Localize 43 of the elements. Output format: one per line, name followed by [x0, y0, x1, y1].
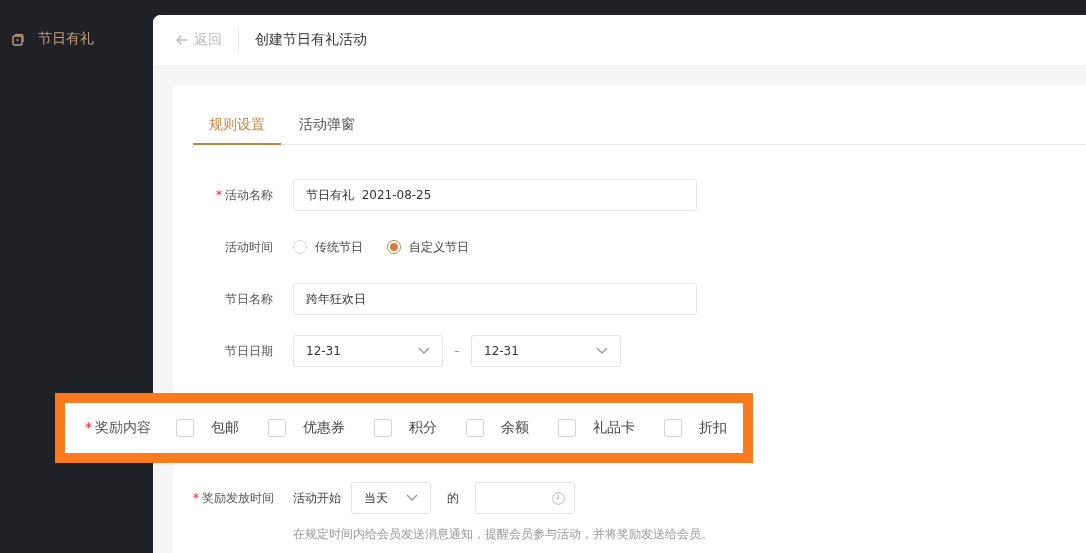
chevron-down-icon [418, 347, 430, 355]
checkbox-label[interactable]: 余额 [501, 419, 529, 437]
checkbox-label[interactable]: 折扣 [699, 419, 727, 437]
date-select[interactable]: 12-31 [471, 335, 621, 367]
checkbox-label[interactable]: 积分 [409, 419, 437, 437]
day-select[interactable]: 当天 [351, 482, 431, 514]
radio-label[interactable]: 传统节日 [315, 238, 363, 256]
field-label: * 奖励内容 [85, 419, 152, 437]
time-picker[interactable] [475, 482, 575, 514]
field-label: * 奖励发放时间 [193, 490, 275, 507]
field-label: 节日名称 [224, 290, 274, 308]
tab[interactable]: 活动弹窗 [283, 105, 371, 145]
text-input[interactable]: 节日有礼 2021-08-25 [293, 179, 697, 211]
checkbox[interactable] [558, 419, 576, 437]
required-mark: * [85, 419, 92, 435]
hint-text: 在规定时间内给会员发送消息通知，提醒会员参与活动，并将奖励发送给会员。 [293, 526, 713, 543]
checkbox[interactable] [466, 419, 484, 437]
sidebar-item[interactable]: 节日有礼 [0, 28, 153, 50]
checkbox-label[interactable]: 礼品卡 [593, 419, 635, 437]
clock-icon [552, 491, 565, 505]
radio-label[interactable]: 自定义节日 [409, 238, 469, 256]
checkbox[interactable] [176, 419, 194, 437]
checkbox[interactable] [374, 419, 392, 437]
checkbox-label[interactable]: 包邮 [211, 419, 239, 437]
required-mark: * [216, 187, 222, 202]
text-input[interactable]: 跨年狂欢日 [293, 283, 697, 315]
date-select[interactable]: 12-31 [293, 335, 443, 367]
page-title: 创建节日有礼活动 [255, 31, 367, 49]
range-separator: – [454, 344, 460, 358]
arrow-left-icon [175, 34, 188, 46]
chevron-down-icon [596, 347, 608, 355]
checkbox[interactable] [664, 419, 682, 437]
prefix-text: 活动开始 [293, 489, 341, 507]
checkbox[interactable] [268, 419, 286, 437]
field-label: 节日日期 [224, 342, 274, 360]
field-label: 活动时间 [224, 238, 274, 256]
chevron-down-icon [406, 494, 418, 502]
checkbox-label[interactable]: 优惠券 [303, 419, 345, 437]
radio-button[interactable] [387, 240, 401, 254]
required-mark: * [193, 491, 199, 505]
connector-text: 的 [447, 489, 459, 507]
gift-card-icon [12, 32, 24, 46]
field-label: * 活动名称 [215, 186, 274, 204]
